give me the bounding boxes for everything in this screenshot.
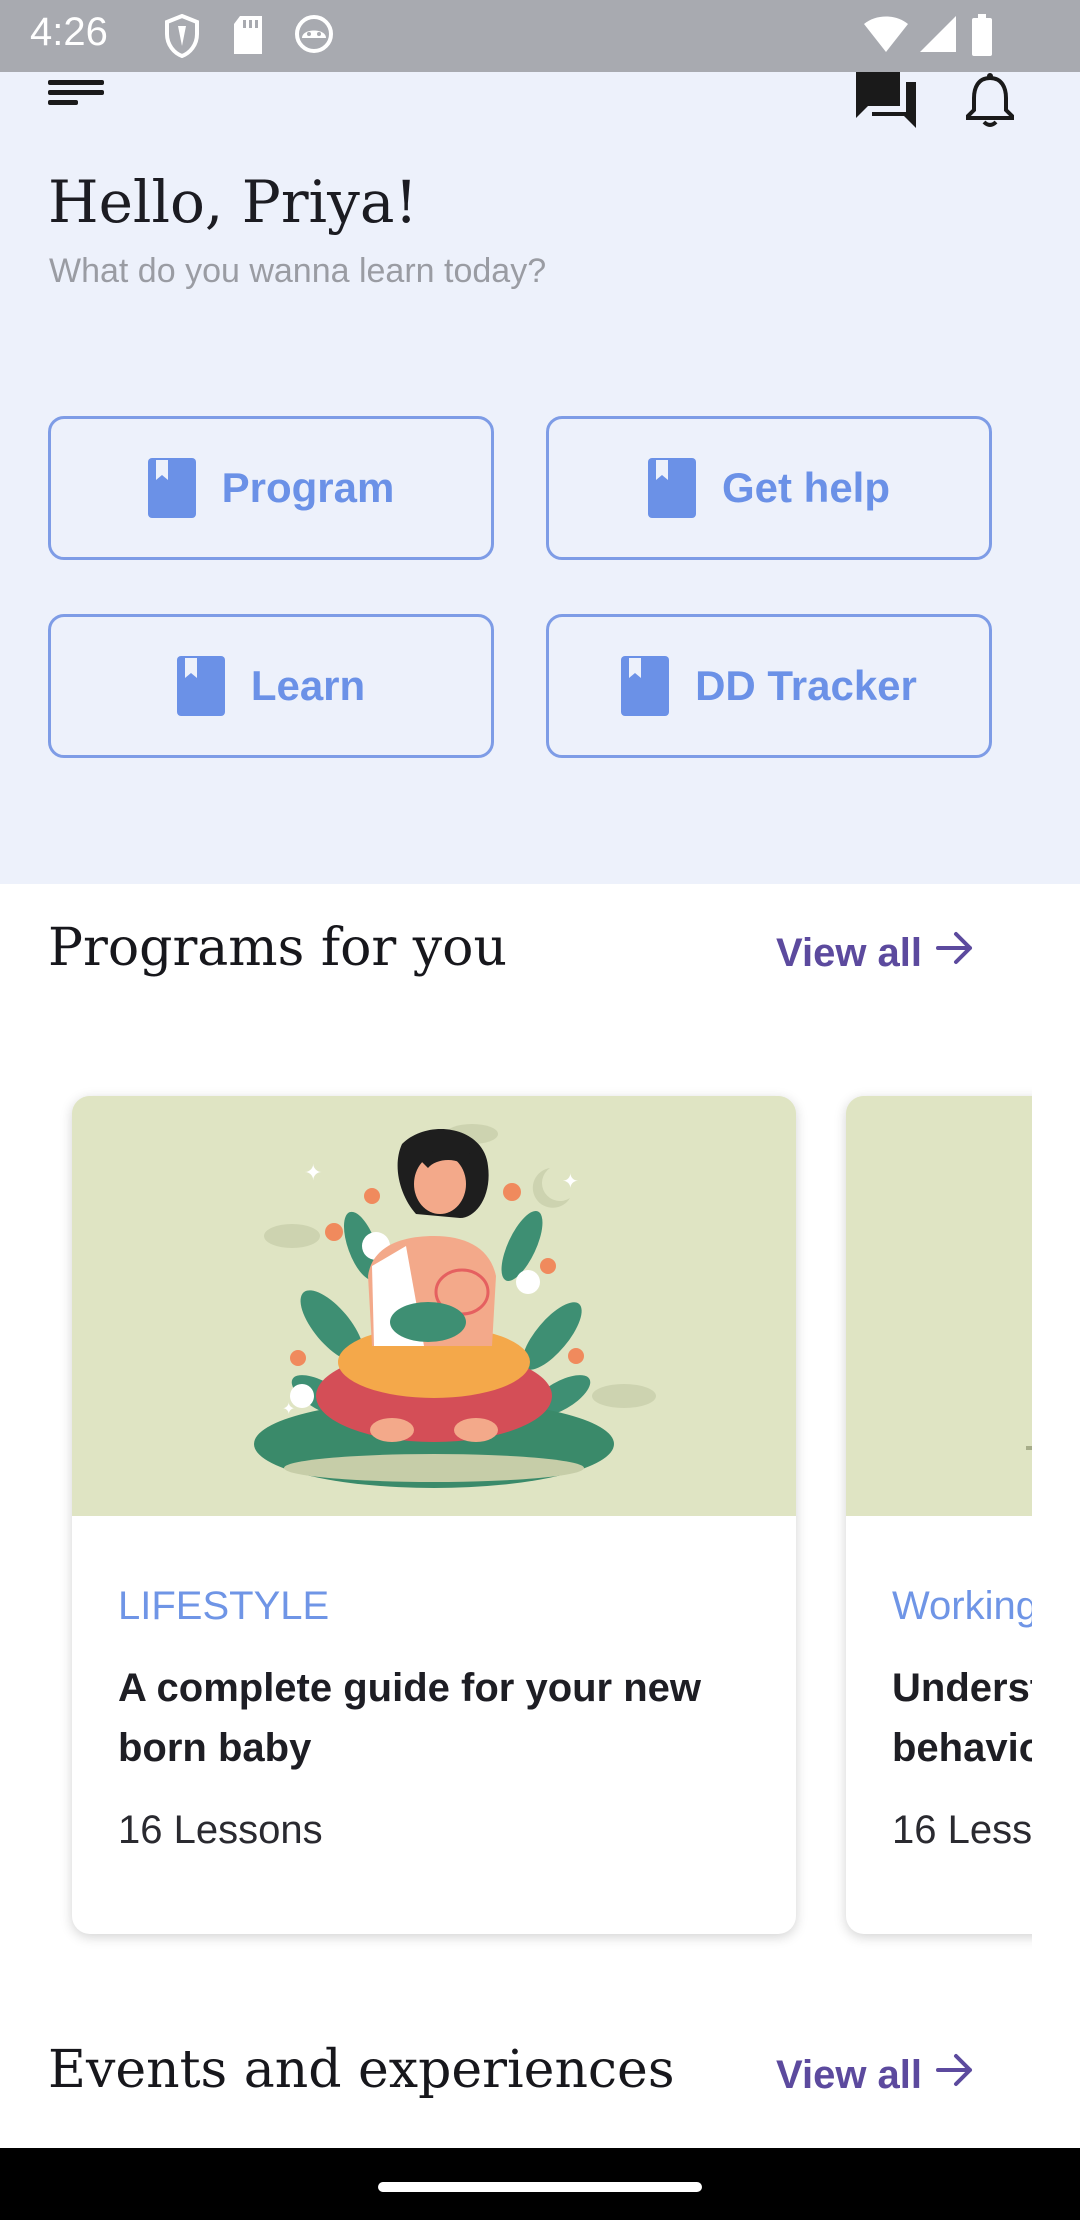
learn-button-label: Learn xyxy=(250,662,366,709)
programs-carousel[interactable]: ✦ ✦ ✦ LIFESTYLE A complete guide for you… xyxy=(0,1080,1032,1980)
card-category: LIFESTYLE xyxy=(118,1584,330,1628)
hero-section: Hello, Priya! What do you wanna learn to… xyxy=(0,72,1080,884)
programs-section-title: Programs for you xyxy=(48,918,507,978)
program-illustration xyxy=(846,1096,1032,1516)
card-title: A complete guide for your new born baby xyxy=(118,1666,702,1770)
shield-icon xyxy=(164,13,200,63)
menu-icon[interactable] xyxy=(48,78,106,113)
status-time: 4:26 xyxy=(30,10,108,54)
dd-tracker-button-label: DD Tracker xyxy=(695,662,917,709)
get-help-button-label: Get help xyxy=(721,464,891,511)
view-all-label: View all xyxy=(776,2052,923,2097)
events-section-title: Events and experiences xyxy=(48,2040,675,2100)
arrow-right-icon xyxy=(936,2052,976,2098)
get-help-button[interactable]: Get help xyxy=(546,416,992,560)
card-lessons-count: 16 Lessons xyxy=(118,1808,323,1852)
greeting-subtitle: What do you wanna learn today? xyxy=(49,252,547,290)
program-card[interactable]: ✦ ✦ ✦ LIFESTYLE A complete guide for you… xyxy=(72,1096,796,1934)
wifi-icon xyxy=(862,14,910,59)
cell-signal-icon xyxy=(918,14,958,59)
bookmark-book-icon xyxy=(176,656,225,716)
bell-icon[interactable] xyxy=(962,72,1018,133)
android-head-icon xyxy=(294,14,334,59)
bookmark-book-icon xyxy=(621,656,670,716)
programs-view-all-link[interactable]: View all xyxy=(776,930,976,976)
chat-icon[interactable] xyxy=(852,72,920,133)
greeting-title: Hello, Priya! xyxy=(48,168,418,236)
dd-tracker-button[interactable]: DD Tracker xyxy=(546,614,992,758)
svg-text:✦: ✦ xyxy=(304,1161,322,1186)
program-button[interactable]: Program xyxy=(48,416,494,560)
navigation-bar xyxy=(0,2148,1080,2220)
program-button-label: Program xyxy=(221,464,395,511)
bookmark-book-icon xyxy=(147,458,196,518)
card-lessons-count: 16 Less xyxy=(892,1808,1032,1852)
home-gesture-handle[interactable] xyxy=(378,2182,702,2192)
svg-text:✦: ✦ xyxy=(562,1169,579,1193)
bookmark-book-icon xyxy=(647,458,696,518)
events-view-all-link[interactable]: View all xyxy=(776,2052,976,2098)
program-card[interactable]: Working Underst behavio 16 Less xyxy=(846,1096,1032,1934)
battery-icon xyxy=(970,14,994,61)
card-title: Underst behavio xyxy=(892,1666,1032,1770)
learn-button[interactable]: Learn xyxy=(48,614,494,758)
view-all-label: View all xyxy=(776,930,923,975)
card-category: Working xyxy=(892,1584,1032,1628)
status-bar: 4:26 xyxy=(0,0,1080,72)
mother-breastfeeding-illustration: ✦ ✦ ✦ xyxy=(72,1096,796,1516)
sd-card-icon xyxy=(232,14,264,61)
arrow-right-icon xyxy=(936,930,976,976)
